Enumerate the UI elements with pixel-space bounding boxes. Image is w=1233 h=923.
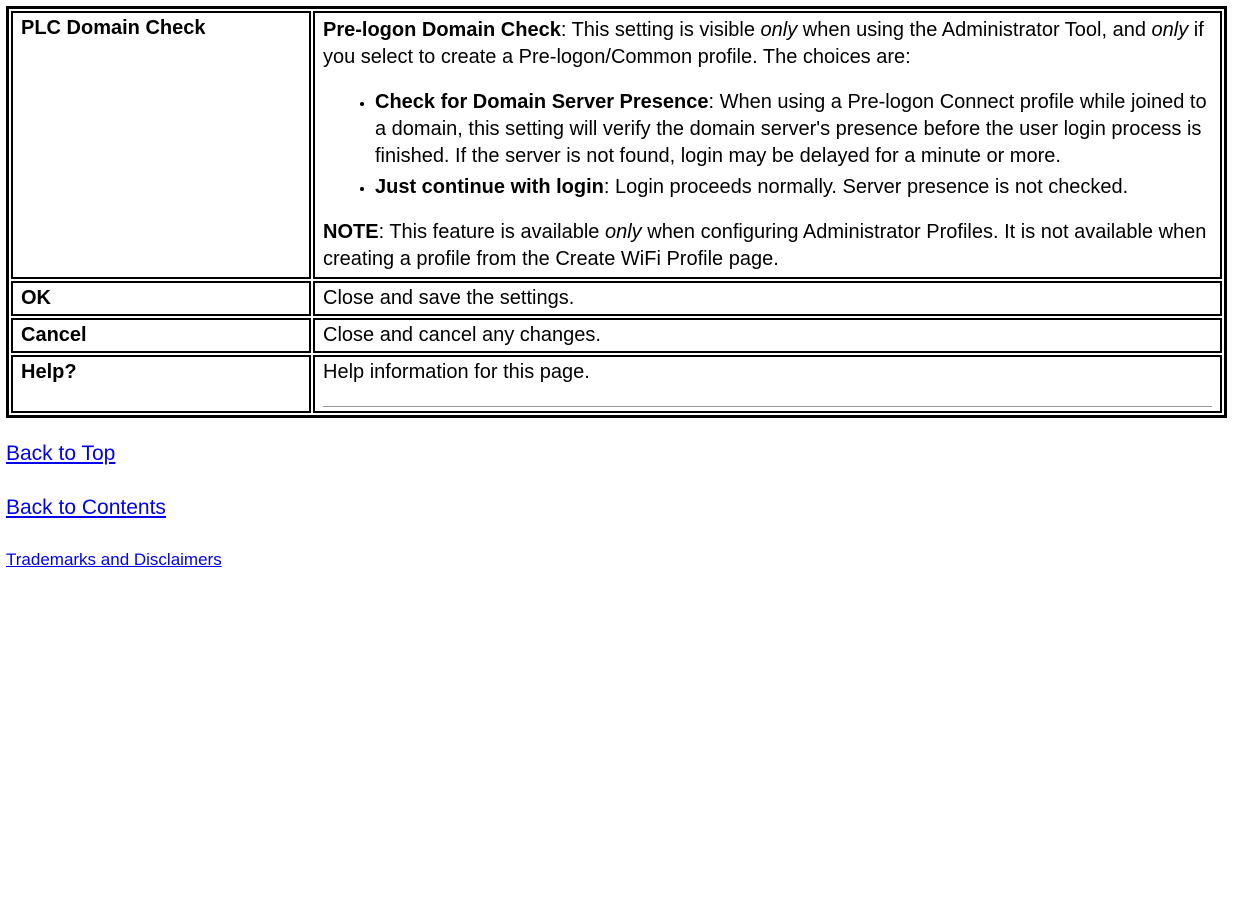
plc-intro-only1: only (761, 19, 798, 41)
list-item: Just continue with login: Login proceeds… (375, 174, 1212, 201)
table-row: Help? Help information for this page. (11, 355, 1222, 413)
ok-desc-cell: Close and save the settings. (313, 281, 1222, 316)
item1-strong: Check for Domain Server Presence (375, 91, 709, 113)
table-row: PLC Domain Check Pre-logon Domain Check:… (11, 11, 1222, 279)
trademarks-link[interactable]: Trademarks and Disclaimers (6, 550, 222, 569)
back-to-contents-link[interactable]: Back to Contents (6, 496, 166, 519)
plc-desc-cell: Pre-logon Domain Check: This setting is … (313, 11, 1222, 279)
cancel-label-cell: Cancel (11, 318, 311, 353)
ok-label-cell: OK (11, 281, 311, 316)
help-label-cell: Help? (11, 355, 311, 413)
help-desc-cell: Help information for this page. (313, 355, 1222, 413)
cancel-desc-cell: Close and cancel any changes. (313, 318, 1222, 353)
list-item: Check for Domain Server Presence: When u… (375, 89, 1212, 170)
item2-text: : Login proceeds normally. Server presen… (604, 176, 1128, 198)
plc-intro-text1: : This setting is visible (561, 19, 761, 41)
table-row: OK Close and save the settings. (11, 281, 1222, 316)
settings-table: PLC Domain Check Pre-logon Domain Check:… (6, 6, 1227, 418)
back-to-top-link[interactable]: Back to Top (6, 442, 115, 465)
plc-note: NOTE: This feature is available only whe… (323, 219, 1212, 273)
item2-strong: Just continue with login (375, 176, 604, 198)
plc-intro: Pre-logon Domain Check: This setting is … (323, 17, 1212, 71)
divider (323, 406, 1212, 407)
note-text1: : This feature is available (379, 221, 605, 243)
plc-label-cell: PLC Domain Check (11, 11, 311, 279)
plc-options-list: Check for Domain Server Presence: When u… (323, 89, 1212, 201)
plc-intro-text2: when using the Administrator Tool, and (797, 19, 1151, 41)
note-only: only (605, 221, 642, 243)
plc-intro-strong: Pre-logon Domain Check (323, 19, 561, 41)
plc-intro-only2: only (1152, 19, 1189, 41)
help-desc-text: Help information for this page. (323, 361, 590, 383)
note-strong: NOTE (323, 221, 379, 243)
table-row: Cancel Close and cancel any changes. (11, 318, 1222, 353)
